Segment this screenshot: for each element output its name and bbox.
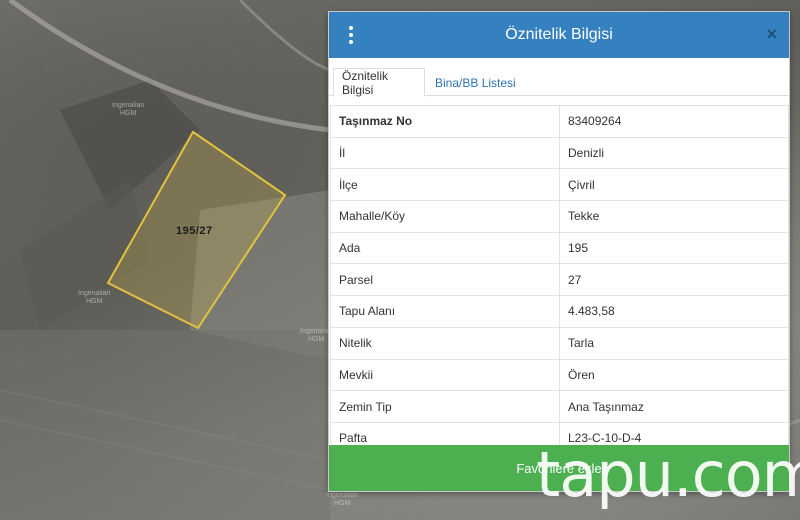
map-ghost-label: Ingenalian HGM [78,290,111,305]
vertical-dots-menu-icon[interactable] [345,26,357,44]
attribute-value: 27 [559,263,789,297]
tab-attribute-info[interactable]: Öznitelik Bilgisi [333,68,425,97]
attribute-value: 4.483,58 [559,295,789,328]
attribute-table: Taşınmaz No 83409264 İl Denizli İlçe Çivril Ma… [330,105,789,455]
attribute-value: Çivril [559,168,789,202]
attribute-value: Ana Taşınmaz [559,390,789,423]
table-row: Mevkii Ören [330,358,789,392]
attribute-key: Mevkii [330,358,560,392]
table-row: Zemin Tip Ana Taşınmaz [330,390,789,423]
table-row: İl Denizli [330,136,789,170]
attribute-key: Ada [330,231,560,265]
attribute-value: Tarla [559,326,789,360]
attribute-value: Tekke [559,200,789,233]
attribute-key: Nitelik [330,326,560,360]
attribute-value: Ören [559,358,789,392]
panel-tabs: Öznitelik Bilgisi Bina/BB Listesi [329,58,789,97]
attribute-key: Mahalle/Köy [330,200,560,233]
close-icon[interactable]: × [766,24,777,44]
attribute-key: Taşınmaz No [330,105,560,138]
table-row: İlçe Çivril [330,168,789,202]
attribute-value: 195 [559,231,789,265]
table-row: Taşınmaz No 83409264 [330,105,789,138]
panel-title: Öznitelik Bilgisi [505,26,613,43]
attribute-key: İl [330,136,560,170]
map-ghost-label: Ingenalian HGM [326,492,359,507]
attribute-key: Parsel [330,263,560,297]
attribute-key: İlçe [330,168,560,202]
attribute-value: Denizli [559,136,789,170]
table-row: Nitelik Tarla [330,326,789,360]
tab-building-list[interactable]: Bina/BB Listesi [427,68,524,97]
map-ghost-label: Ingenalian HGM [112,102,145,117]
table-row: Parsel 27 [330,263,789,297]
tapu-watermark-logo: tapu.com [536,438,800,511]
parcel-label: 195/27 [176,225,213,237]
table-row: Mahalle/Köy Tekke [330,200,789,233]
attribute-info-panel: Öznitelik Bilgisi × Öznitelik Bilgisi Bi… [328,11,790,492]
attribute-key: Zemin Tip [330,390,560,423]
panel-header: Öznitelik Bilgisi × [329,12,789,58]
table-row: Ada 195 [330,231,789,265]
attribute-key: Tapu Alanı [330,295,560,328]
attribute-value: 83409264 [559,105,789,138]
table-row: Tapu Alanı 4.483,58 [330,295,789,328]
